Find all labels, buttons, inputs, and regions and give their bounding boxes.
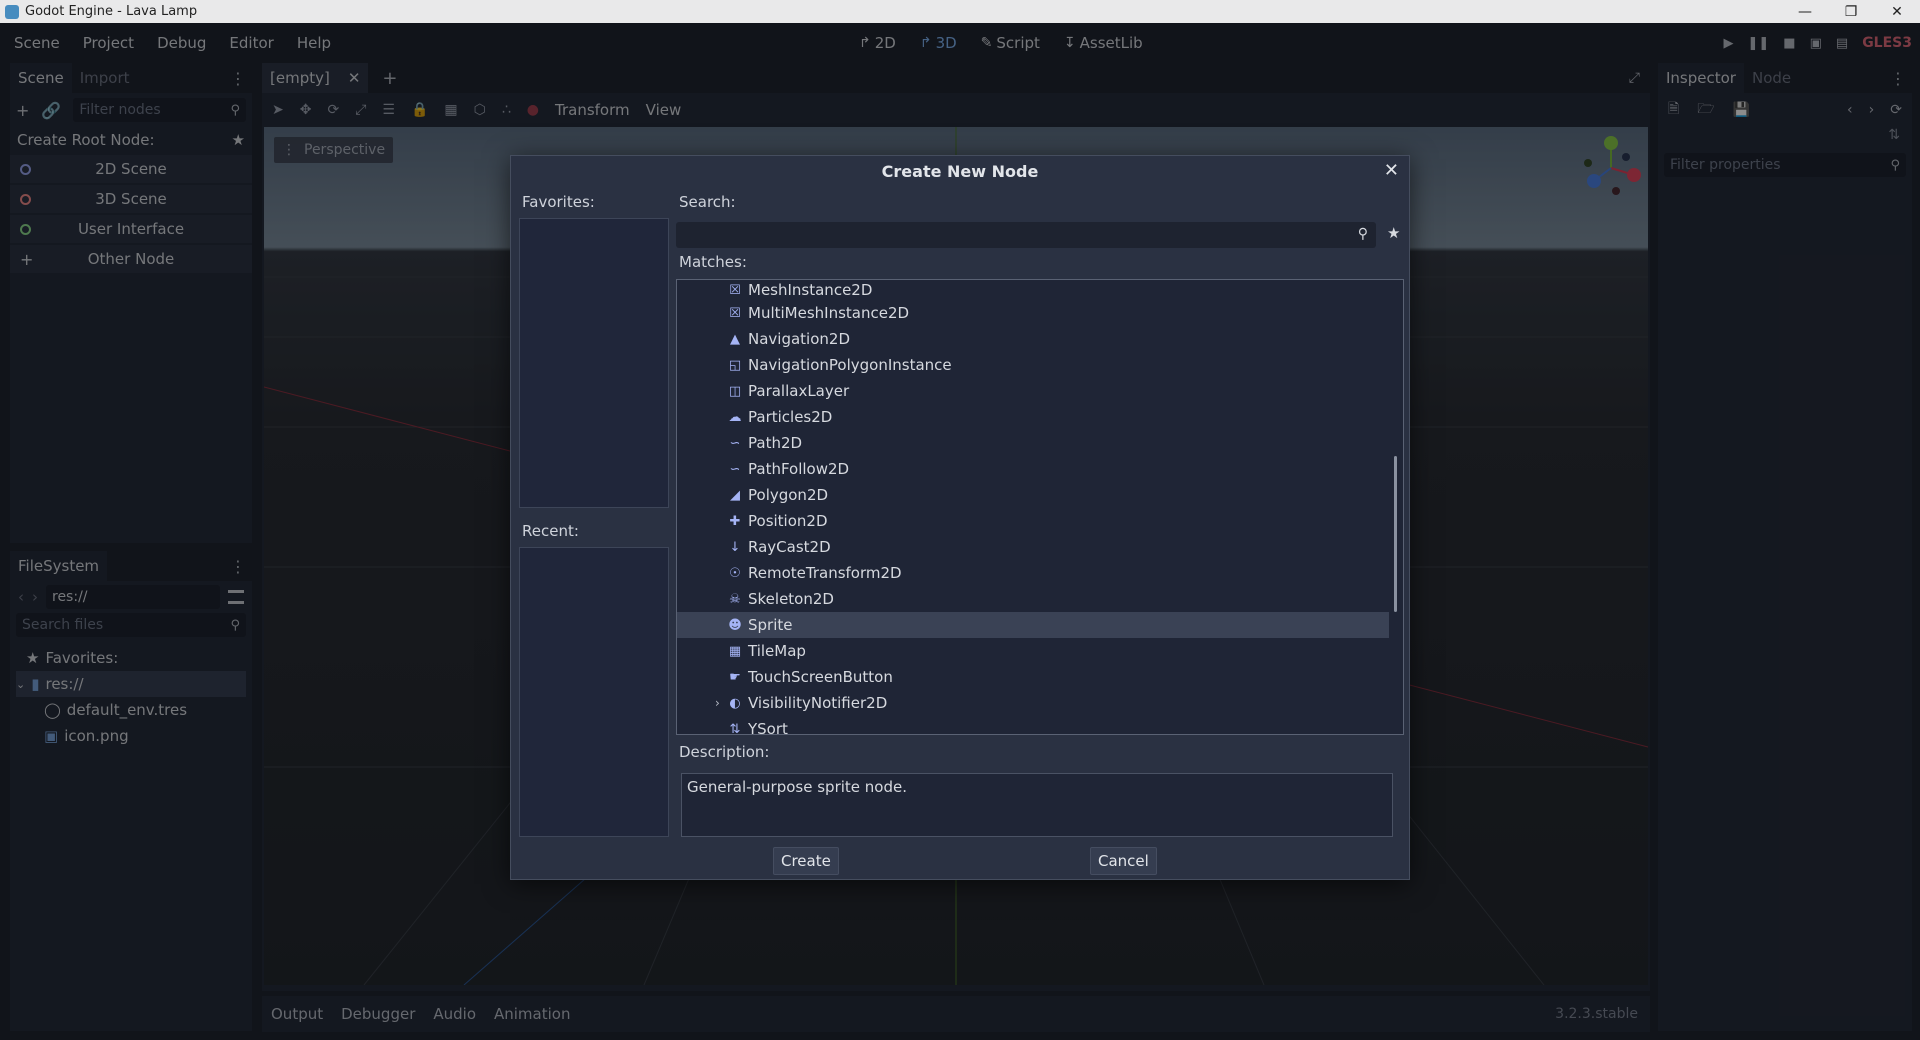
sprite-icon: ☻	[728, 617, 742, 633]
navpoly-icon: ◱	[728, 357, 742, 373]
cancel-button[interactable]: Cancel	[1090, 847, 1157, 875]
list-item[interactable]: ◱ NavigationPolygonInstance	[677, 352, 1403, 378]
mesh-icon: ☒	[729, 282, 741, 298]
window-title: Godot Engine - Lava Lamp	[25, 4, 198, 19]
skeleton-icon: ☠	[729, 591, 741, 607]
restore-icon[interactable]: ❐	[1828, 0, 1874, 23]
list-item[interactable]: ☒ MultiMeshInstance2D	[677, 300, 1403, 326]
window-titlebar: Godot Engine - Lava Lamp — ❐ ✕	[0, 0, 1920, 23]
create-button[interactable]: Create	[773, 847, 839, 875]
polygon-icon: ◢	[730, 487, 740, 503]
list-item[interactable]: ◢ Polygon2D	[677, 482, 1403, 508]
list-item[interactable]: ↓ RayCast2D	[677, 534, 1403, 560]
tilemap-icon: ▦	[728, 643, 742, 659]
remote-transform-icon: ☉	[729, 565, 741, 581]
list-item[interactable]: ▦ TileMap	[677, 638, 1403, 664]
navigation-icon: ▲	[730, 331, 740, 347]
favorites-label: Favorites:	[522, 193, 595, 211]
minimize-icon[interactable]: —	[1782, 0, 1828, 23]
list-item[interactable]: ▲ Navigation2D	[677, 326, 1403, 352]
search-label: Search:	[679, 193, 736, 211]
list-item[interactable]: ☉ RemoteTransform2D	[677, 560, 1403, 586]
list-item[interactable]: ⇅ YSort	[677, 716, 1403, 735]
favorite-star-icon[interactable]: ★	[1387, 224, 1400, 242]
pathfollow-icon: ∽	[729, 461, 741, 477]
search-input[interactable]: ⚲	[676, 222, 1376, 248]
godot-logo-icon	[5, 4, 19, 19]
create-new-node-dialog: Create New Node ✕ Favorites: Recent: Sea…	[510, 155, 1410, 880]
search-icon: ⚲	[1357, 226, 1368, 242]
parallax-icon: ◫	[728, 383, 742, 399]
description-text: General-purpose sprite node.	[681, 773, 1393, 837]
description-label: Description:	[679, 743, 770, 761]
favorites-list[interactable]	[519, 218, 669, 508]
list-item[interactable]: ∽ Path2D	[677, 430, 1403, 456]
list-item[interactable]: ◫ ParallaxLayer	[677, 378, 1403, 404]
particles-icon: ☁	[728, 409, 742, 425]
list-item[interactable]: ☒ MeshInstance2D	[677, 280, 1403, 300]
matches-label: Matches:	[679, 253, 747, 271]
list-item[interactable]: › ◐ VisibilityNotifier2D	[677, 690, 1403, 716]
multimesh-icon: ☒	[729, 305, 741, 321]
list-item[interactable]: ∽ PathFollow2D	[677, 456, 1403, 482]
recent-label: Recent:	[522, 522, 579, 540]
ysort-icon: ⇅	[729, 721, 741, 735]
list-item[interactable]: ✚ Position2D	[677, 508, 1403, 534]
visibility-icon: ◐	[729, 695, 741, 711]
close-window-icon[interactable]: ✕	[1874, 0, 1920, 23]
chevron-right-icon[interactable]: ›	[715, 696, 720, 710]
list-item[interactable]: ☛ TouchScreenButton	[677, 664, 1403, 690]
matches-tree[interactable]: ☒ MeshInstance2D ☒ MultiMeshInstance2D ▲…	[676, 279, 1404, 735]
raycast-icon: ↓	[729, 539, 741, 555]
close-icon[interactable]: ✕	[1384, 160, 1399, 181]
position-icon: ✚	[729, 513, 741, 529]
list-item[interactable]: ☠ Skeleton2D	[677, 586, 1403, 612]
list-item[interactable]: ☁ Particles2D	[677, 404, 1403, 430]
path-icon: ∽	[729, 435, 741, 451]
matches-scrollbar[interactable]	[1394, 456, 1397, 612]
recent-list[interactable]	[519, 547, 669, 837]
list-item-selected[interactable]: ☻ Sprite	[677, 612, 1389, 638]
touch-button-icon: ☛	[729, 669, 741, 685]
dialog-title: Create New Node ✕	[881, 160, 1399, 181]
